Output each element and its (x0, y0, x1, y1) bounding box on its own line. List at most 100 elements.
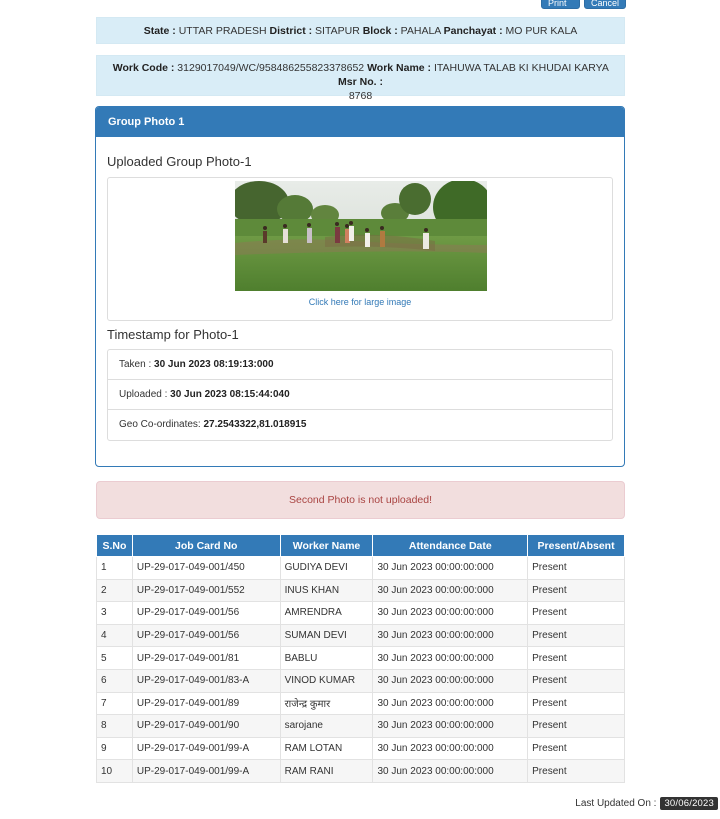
table-row: 5 UP-29-017-049-001/81 BABLU 30 Jun 2023 00… (96, 646, 625, 670)
worker-name-cell: INUS KHAN (279, 578, 374, 603)
attendance-date-cell: 30 Jun 2023 00:00:00:000 (372, 759, 529, 783)
job-card-cell: UP-29-017-049-001/81 (131, 646, 281, 670)
last-updated-date: 30/06/2023 (660, 797, 718, 810)
table-row: 1 UP-29-017-049-001/450 GUDIYA DEVI 30 Jun … (96, 556, 625, 580)
table-row: 6 UP-29-017-049-001/83-A VINOD KUMAR 30 Jun… (96, 668, 625, 693)
job-card-cell: UP-29-017-049-001/83-A (131, 668, 281, 693)
district-label: District : (269, 25, 313, 37)
job-card-cell: UP-29-017-049-001/99-A (131, 736, 281, 761)
sno-cell: 2 (96, 578, 133, 603)
worker-name-cell: sarojane (279, 714, 374, 738)
status-cell: Present (527, 578, 625, 603)
worker-name-cell: SUMAN DEVI (279, 623, 374, 648)
district-value: SITAPUR (315, 25, 360, 37)
sno-cell: 1 (96, 556, 133, 580)
sno-cell: 3 (96, 601, 133, 625)
attendance-date-cell: 30 Jun 2023 00:00:00:000 (372, 601, 529, 625)
status-cell: Present (527, 646, 625, 670)
worker-name-cell: RAM RANI (279, 759, 374, 783)
sno-cell: 7 (96, 691, 133, 716)
column-header: Present/Absent (527, 534, 625, 557)
photo-container: Click here for large image (107, 177, 613, 321)
attendance-table: S.No Job Card No Worker Name Attendance … (96, 534, 625, 783)
group-photo-image (235, 181, 487, 291)
sno-cell: 5 (96, 646, 133, 670)
uploaded-value: 30 Jun 2023 08:15:44:040 (170, 389, 290, 400)
msr-value: 8768 (348, 90, 373, 102)
state-value: UTTAR PRADESH (178, 25, 267, 37)
list-item: Geo Co-ordinates: 27.2543322,81.018915 (108, 410, 612, 440)
uploaded-photo-title: Uploaded Group Photo-1 (107, 154, 252, 169)
attendance-date-cell: 30 Jun 2023 00:00:00:000 (372, 578, 529, 603)
group-photo-panel: Group Photo 1 Uploaded Group Photo-1 Cli… (95, 106, 625, 467)
job-card-cell: UP-29-017-049-001/450 (131, 556, 281, 580)
location-info-bar: State : UTTAR PRADESH District : SITAPUR… (96, 17, 625, 44)
worker-name-cell: AMRENDRA (279, 601, 374, 625)
worker-name-cell: BABLU (279, 646, 374, 670)
table-row: 9 UP-29-017-049-001/99-A RAM LOTAN 30 Jun 2… (96, 736, 625, 761)
timestamp-list: Taken : 30 Jun 2023 08:19:13:000 Uploade… (107, 349, 613, 441)
status-cell: Present (527, 668, 625, 693)
last-updated-label: Last Updated On : (575, 798, 657, 809)
job-card-cell: UP-29-017-049-001/90 (131, 714, 281, 738)
work-name-label: Work Name : (367, 62, 432, 74)
worker-name-cell: VINOD KUMAR (279, 668, 374, 693)
table-row: 2 UP-29-017-049-001/552 INUS KHAN 30 Jun 20… (96, 578, 625, 603)
work-code-label: Work Code : (112, 62, 175, 74)
group-photo[interactable] (235, 181, 487, 291)
work-name-value: ITAHUWA TALAB KI KHUDAI KARYA (433, 62, 609, 74)
large-image-link[interactable]: Click here for large image (108, 297, 612, 307)
attendance-date-cell: 30 Jun 2023 00:00:00:000 (372, 646, 529, 670)
status-cell: Present (527, 759, 625, 783)
sno-cell: 10 (96, 759, 133, 783)
taken-label: Taken : (119, 359, 152, 370)
table-row: 4 UP-29-017-049-001/56 SUMAN DEVI 30 Jun 20… (96, 623, 625, 648)
attendance-date-cell: 30 Jun 2023 00:00:00:000 (372, 714, 529, 738)
work-code-value: 3129017049/WC/958486255823378652 (177, 62, 365, 74)
column-header: Worker Name (279, 534, 374, 557)
attendance-date-cell: 30 Jun 2023 00:00:00:000 (372, 736, 529, 761)
attendance-date-cell: 30 Jun 2023 00:00:00:000 (372, 623, 529, 648)
worker-name-cell: GUDIYA DEVI (279, 556, 374, 580)
job-card-cell: UP-29-017-049-001/89 (131, 691, 281, 716)
job-card-cell: UP-29-017-049-001/552 (131, 578, 281, 603)
geo-value: 27.2543322,81.018915 (203, 419, 307, 430)
status-cell: Present (527, 736, 625, 761)
status-cell: Present (527, 714, 625, 738)
table-row: 10 UP-29-017-049-001/99-A RAM RANI 30 Jun 2… (96, 759, 625, 783)
sno-cell: 6 (96, 668, 133, 693)
geo-label: Geo Co-ordinates: (119, 419, 201, 430)
job-card-cell: UP-29-017-049-001/99-A (131, 759, 281, 783)
attendance-date-cell: 30 Jun 2023 00:00:00:000 (372, 691, 529, 716)
taken-value: 30 Jun 2023 08:19:13:000 (154, 359, 274, 370)
sno-cell: 9 (96, 736, 133, 761)
sno-cell: 4 (96, 623, 133, 648)
sno-cell: 8 (96, 714, 133, 738)
attendance-date-cell: 30 Jun 2023 00:00:00:000 (372, 556, 529, 580)
state-label: State : (143, 25, 176, 37)
panchayat-label: Panchayat : (443, 25, 503, 37)
attendance-table-body: 1 UP-29-017-049-001/450 GUDIYA DEVI 30 Jun … (96, 556, 625, 783)
column-header: Job Card No (131, 534, 281, 557)
footer: Last Updated On : 30/06/2023 (575, 797, 718, 810)
second-photo-alert: Second Photo is not uploaded! (96, 481, 625, 519)
status-cell: Present (527, 556, 625, 580)
table-row: 7 UP-29-017-049-001/89 राजेन्द्र कुमार 30 J… (96, 691, 625, 716)
table-row: 3 UP-29-017-049-001/56 AMRENDRA 30 Jun 2023… (96, 601, 625, 625)
worker-name-cell: राजेन्द्र कुमार (279, 691, 374, 716)
status-cell: Present (527, 691, 625, 716)
panel-heading: Group Photo 1 (96, 107, 624, 137)
worker-name-cell: RAM LOTAN (279, 736, 374, 761)
column-header: S.No (96, 534, 133, 557)
table-header-row: S.No Job Card No Worker Name Attendance … (96, 534, 625, 557)
block-value: PAHALA (400, 25, 441, 37)
print-button[interactable]: ⎙ Print (541, 0, 580, 9)
status-cell: Present (527, 623, 625, 648)
timestamp-title: Timestamp for Photo-1 (107, 327, 239, 342)
cancel-button[interactable]: Cancel (584, 0, 626, 9)
top-button-group: ⎙ Print Cancel (541, 0, 626, 9)
job-card-cell: UP-29-017-049-001/56 (131, 623, 281, 648)
list-item: Uploaded : 30 Jun 2023 08:15:44:040 (108, 380, 612, 410)
status-cell: Present (527, 601, 625, 625)
block-label: Block : (362, 25, 398, 37)
